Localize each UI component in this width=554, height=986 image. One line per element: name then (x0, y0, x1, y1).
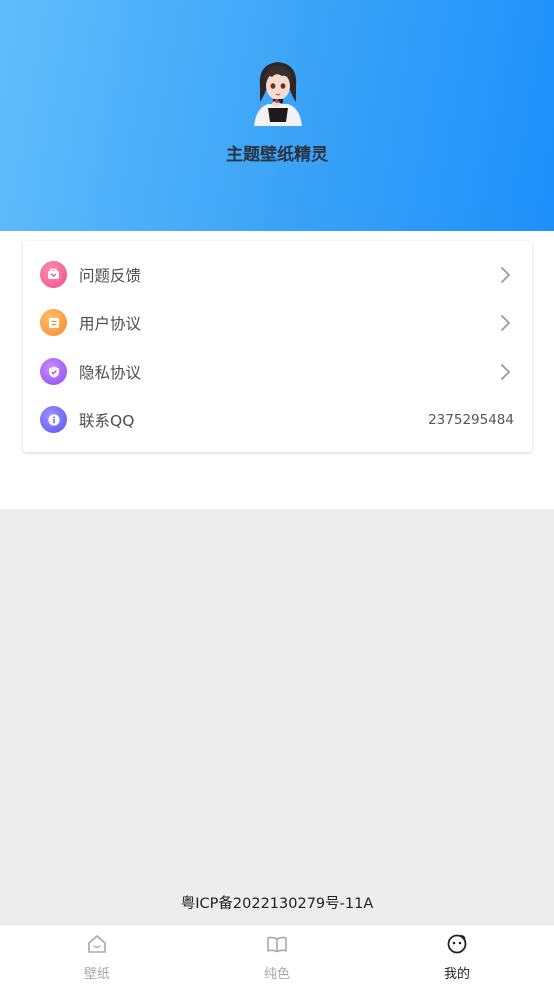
tab-label: 我的 (443, 967, 470, 982)
menu-item-feedback[interactable]: 问题反馈 (23, 250, 532, 299)
book-icon (267, 936, 287, 953)
menu-item-label: 问题反馈 (79, 266, 142, 285)
avatar[interactable] (246, 56, 310, 126)
app-name: 主题壁纸精灵 (226, 145, 328, 165)
menu-item-label: 联系QQ (79, 411, 135, 430)
tab-solid-color[interactable]: 纯色 (217, 925, 337, 986)
bottom-tab-bar: 壁纸 纯色 我的 (0, 924, 554, 986)
info-icon (40, 406, 67, 433)
document-icon (40, 309, 67, 336)
profile-header: 主题壁纸精灵 (0, 0, 554, 231)
menu-item-label: 隐私协议 (79, 363, 142, 382)
home-icon (88, 935, 106, 953)
tab-label: 纯色 (263, 967, 290, 982)
tab-mine[interactable]: 我的 (397, 925, 517, 986)
chevron-right-icon (501, 266, 510, 283)
menu-item-privacy-policy[interactable]: 隐私协议 (23, 347, 532, 396)
icp-record[interactable]: 粤ICP备2022130279号-11A (0, 892, 554, 913)
chevron-right-icon (501, 363, 510, 380)
qq-number: 2375295484 (428, 411, 514, 428)
smiley-icon (447, 934, 467, 954)
feedback-icon (40, 261, 67, 288)
menu-item-label: 用户协议 (79, 314, 142, 333)
menu-item-contact-qq[interactable]: 联系QQ 2375295484 (23, 395, 532, 444)
shield-icon (40, 358, 67, 385)
tab-wallpaper[interactable]: 壁纸 (37, 925, 157, 986)
tab-label: 壁纸 (83, 967, 110, 982)
chevron-right-icon (501, 314, 510, 331)
menu-card: 问题反馈 用户协议 隐私协议 联系QQ 2375295484 (23, 241, 532, 452)
menu-item-user-agreement[interactable]: 用户协议 (23, 298, 532, 347)
